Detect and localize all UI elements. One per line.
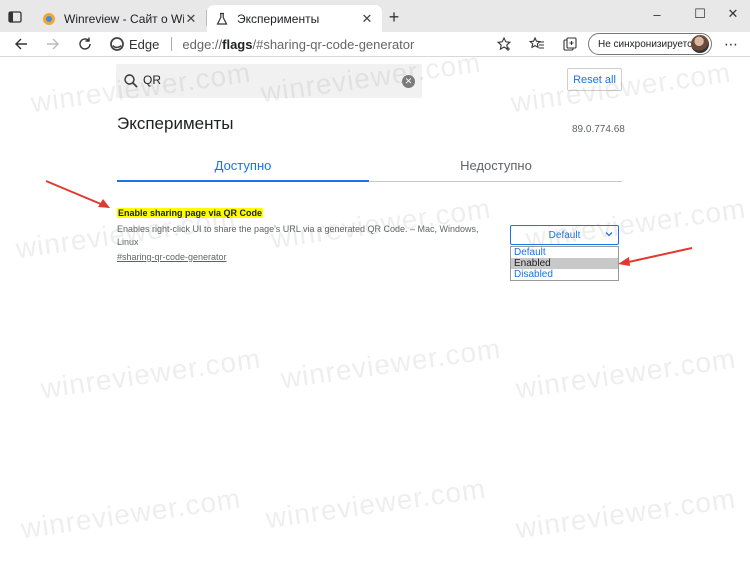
clear-search-icon[interactable]: ✕ [402, 75, 415, 88]
forward-icon[interactable] [42, 34, 64, 54]
site-label: Edge [129, 36, 160, 52]
page-title: Эксперименты [117, 114, 234, 133]
profile-button[interactable]: Не синхронизируется [588, 33, 712, 55]
tab-winreview[interactable]: Winreview - Сайт о Windows ✕ [34, 5, 206, 32]
tab-experiments[interactable]: Эксперименты ✕ [207, 5, 382, 32]
tab-unavailable[interactable]: Недоступно [370, 150, 622, 181]
watermark: winreviewer.com [38, 342, 263, 405]
watermark: winreviewer.com [263, 472, 488, 535]
profile-status-label: Не синхронизируется [598, 38, 698, 50]
tab-title: Winreview - Сайт о Windows [64, 11, 184, 26]
tab-title: Эксперименты [237, 11, 320, 26]
reset-all-button[interactable]: Reset all [567, 68, 622, 91]
more-menu-icon[interactable]: ⋯ [722, 35, 740, 53]
url-scheme: edge:// [182, 36, 223, 52]
flag-anchor-link[interactable]: #sharing-qr-code-generator [117, 252, 227, 262]
back-icon[interactable] [10, 34, 32, 54]
watermark: winreviewer.com [18, 482, 243, 545]
close-tab-icon[interactable]: ✕ [360, 11, 374, 26]
version-label: 89.0.774.68 [572, 124, 625, 135]
flags-tabs: Доступно Недоступно [117, 150, 622, 182]
watermark: winreviewer.com [278, 332, 503, 395]
flags-page: QR ✕ Reset all Эксперименты 89.0.774.68 … [0, 47, 750, 576]
add-favorite-icon[interactable] [495, 35, 513, 53]
refresh-icon[interactable] [74, 34, 96, 54]
maximize-button[interactable]: ☐ [683, 0, 717, 28]
favorites-icon[interactable] [528, 35, 546, 53]
new-tab-button[interactable]: + [384, 7, 404, 27]
avatar [691, 35, 709, 53]
search-query: QR [143, 73, 161, 87]
tab-available[interactable]: Доступно [117, 150, 369, 182]
option-enabled[interactable]: Enabled [511, 258, 618, 269]
option-disabled[interactable]: Disabled [511, 269, 618, 280]
close-window-button[interactable]: ✕ [716, 0, 750, 28]
watermark: winreviewer.com [513, 482, 738, 545]
collections-icon[interactable] [561, 35, 579, 53]
chevron-down-icon [604, 229, 614, 241]
close-tab-icon[interactable]: ✕ [184, 11, 198, 26]
address-bar[interactable]: Edge edge://flags/#sharing-qr-code-gener… [110, 33, 520, 55]
tab-actions-icon[interactable] [6, 8, 24, 26]
select-value: Default [548, 229, 581, 241]
watermark: winreviewer.com [513, 342, 738, 405]
edge-logo-icon [110, 37, 124, 51]
minimize-button[interactable]: – [640, 0, 674, 28]
search-icon [123, 73, 139, 89]
address-divider [171, 37, 173, 51]
tab-strip: Winreview - Сайт о Windows ✕ Эксперимент… [0, 0, 750, 32]
url-path: /#sharing-qr-code-generator [252, 36, 415, 52]
option-default[interactable]: Default [511, 247, 618, 258]
flag-state-select[interactable]: Default [510, 225, 619, 245]
search-flags-input[interactable]: QR ✕ [116, 64, 422, 98]
flag-state-dropdown: Default Enabled Disabled [510, 246, 619, 281]
flag-description: Enables right-click UI to share the page… [117, 224, 479, 247]
url-host: flags [222, 36, 253, 52]
flask-icon [215, 12, 229, 26]
winreview-favicon-icon [42, 12, 56, 26]
flag-title: Enable sharing page via QR Code [117, 208, 264, 218]
browser-toolbar: Edge edge://flags/#sharing-qr-code-gener… [0, 32, 750, 57]
